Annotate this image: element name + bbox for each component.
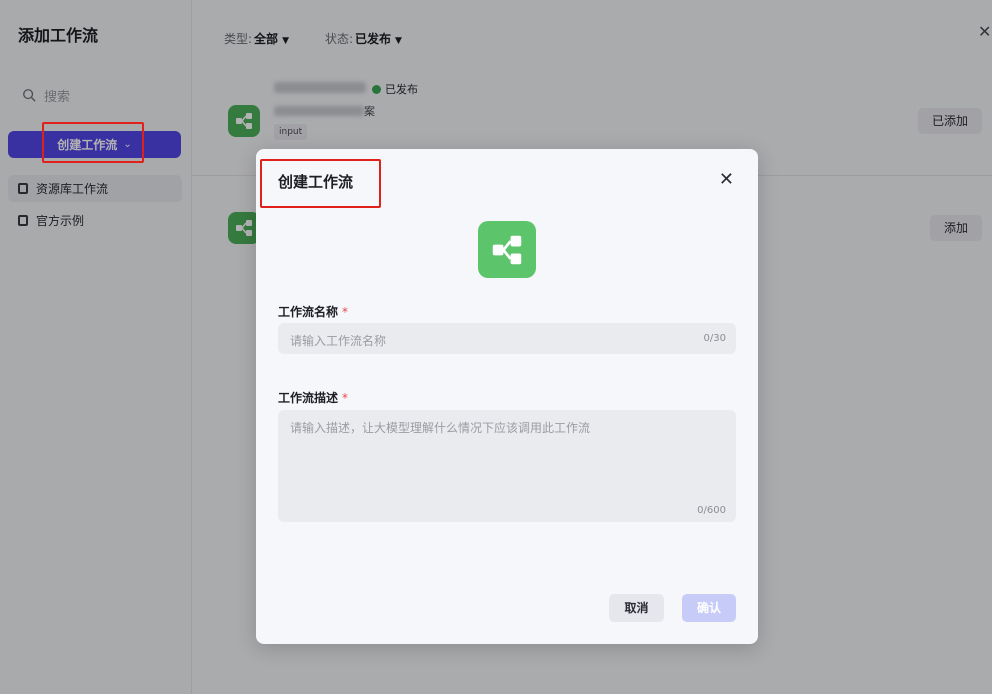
workflow-icon — [478, 221, 536, 278]
name-placeholder: 请输入工作流名称 — [290, 334, 387, 348]
workflow-description-field[interactable]: 请输入描述，让大模型理解什么情况下应该调用此工作流 0/600 — [278, 410, 736, 522]
dialog-title: 创建工作流 — [278, 173, 354, 191]
desc-char-count: 0/600 — [697, 505, 726, 516]
cancel-button[interactable]: 取消 — [609, 594, 664, 622]
desc-label: 工作流描述 * — [278, 389, 348, 406]
create-workflow-dialog: 创建工作流 ✕ 工作流名称 * 请输入工作流名称 0/30 工作流描述 * 请输入描… — [256, 149, 758, 644]
required-mark: * — [342, 391, 349, 405]
required-mark: * — [342, 305, 349, 319]
name-label: 工作流名称 * — [278, 303, 348, 320]
name-label-text: 工作流名称 — [278, 305, 339, 319]
desc-placeholder: 请输入描述，让大模型理解什么情况下应该调用此工作流 — [290, 421, 591, 435]
workflow-name-field[interactable]: 请输入工作流名称 0/30 — [278, 323, 736, 354]
name-char-count: 0/30 — [703, 333, 726, 344]
desc-label-text: 工作流描述 — [278, 391, 339, 405]
confirm-button[interactable]: 确认 — [682, 594, 736, 622]
close-icon[interactable]: ✕ — [719, 171, 734, 189]
